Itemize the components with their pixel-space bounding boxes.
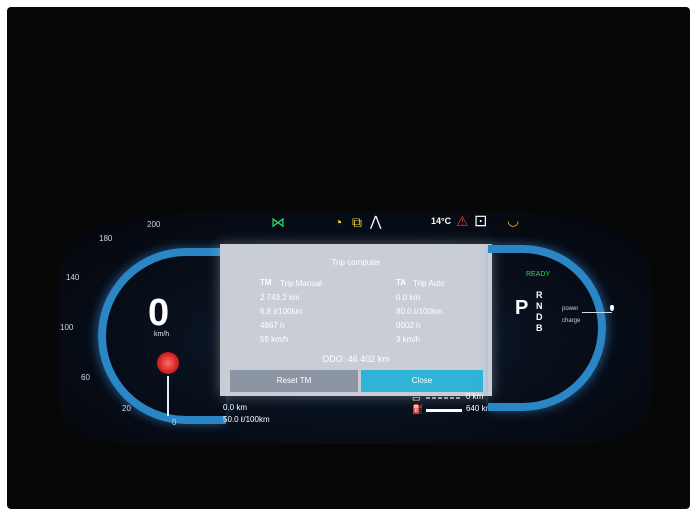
gear-b: B: [536, 323, 543, 333]
power-needle: [582, 312, 612, 313]
selected-gear: P: [515, 297, 529, 319]
trip-manual-label: Trip Manual: [280, 279, 322, 288]
trip-manual-speed: 59 km/h: [260, 335, 289, 344]
speed-tick: 60: [81, 373, 90, 382]
ready-indicator: READY: [526, 271, 551, 278]
electric-range-bar: [426, 397, 462, 399]
trip-auto-distance: 0.0 km: [396, 293, 421, 302]
trip-distance-readout: 0.0 km: [223, 403, 248, 412]
speed-tick: 100: [60, 323, 74, 332]
speed-readout: 0: [148, 292, 170, 334]
fuel-range-bar: [426, 409, 462, 412]
odometer: ODO: 46 402 km: [220, 354, 492, 364]
battery-icon: ▭: [412, 393, 421, 403]
charge-label: charge: [562, 318, 581, 324]
gear-n: N: [536, 301, 543, 311]
trip-consumption-readout: 50.0 ℓ/100km: [223, 415, 270, 424]
trip-manual-time: 4867 h: [260, 321, 285, 330]
seatbelt-warning-icon: ⚠: [456, 213, 469, 229]
low-beam-icon: ⧉: [352, 214, 362, 230]
trip-computer-panel: Trip computer TM Trip Manual 2 743.2 km …: [220, 244, 492, 396]
speed-tick: 200: [147, 220, 161, 229]
panel-title: Trip computer: [331, 258, 381, 267]
trip-auto-label: Trip Auto: [413, 279, 445, 288]
car-doors-icon: ⊡: [474, 213, 488, 230]
reset-tm-button[interactable]: Reset TM: [230, 370, 358, 392]
wiper-fluid-icon: ◔: [334, 214, 343, 230]
trip-manual-code: TM: [260, 278, 272, 287]
electric-range: 0 km: [466, 392, 484, 401]
trip-manual-distance: 2 743.2 km: [260, 293, 300, 302]
temperature: 14°C: [431, 216, 452, 226]
trip-auto-time: 0002 h: [396, 321, 421, 330]
gear-d: D: [536, 312, 543, 322]
speed-tick: 20: [122, 404, 131, 413]
close-button[interactable]: Close: [361, 370, 483, 392]
speed-unit: km/h: [154, 331, 170, 338]
gear-r: R: [536, 290, 543, 300]
power-label: power: [562, 306, 579, 312]
trip-manual-consumption: 6.8 ℓ/100km: [260, 307, 303, 316]
fuel-pump-icon: ⛽: [412, 404, 424, 414]
speed-tick: 140: [66, 273, 80, 282]
power-drop-icon: [610, 305, 614, 311]
trip-auto-code: TA: [396, 278, 407, 287]
speed-tick: 0: [172, 418, 177, 427]
trip-auto-speed: 3 km/h: [396, 335, 421, 344]
speed-tick: 180: [99, 234, 113, 243]
speed-warning-indicator: [157, 352, 179, 374]
odometer-value: 46 402 km: [347, 354, 390, 364]
road-warning-icon: ⋀: [370, 213, 382, 229]
tire-pressure-icon: ◡: [507, 212, 520, 228]
trip-auto-consumption: 80.0 ℓ/100km: [396, 307, 443, 316]
odometer-label: ODO:: [322, 354, 346, 364]
speed-needle: [167, 376, 169, 416]
lane-assist-icon: ⋈: [271, 214, 285, 230]
